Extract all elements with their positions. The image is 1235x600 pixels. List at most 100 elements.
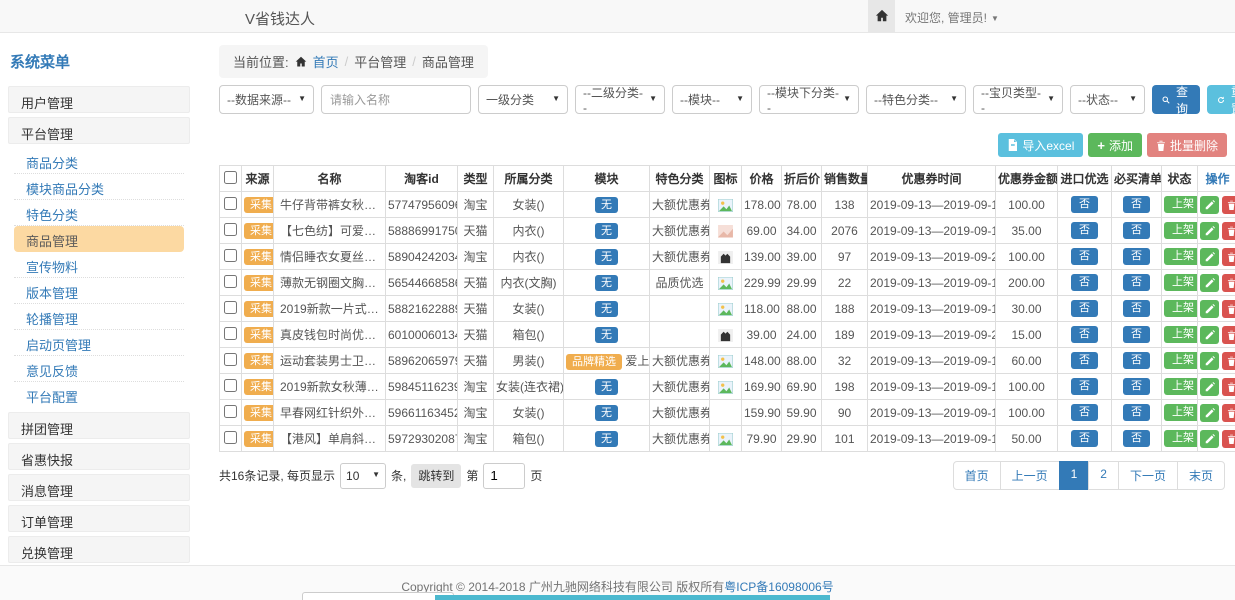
- delete-button[interactable]: [1222, 196, 1235, 214]
- edit-button[interactable]: [1200, 430, 1219, 448]
- row-checkbox[interactable]: [224, 379, 237, 392]
- import-excel-button[interactable]: 导入excel: [998, 133, 1083, 157]
- edit-button[interactable]: [1200, 352, 1219, 370]
- must-buy-toggle[interactable]: 否: [1123, 326, 1150, 343]
- jump-button[interactable]: 跳转到: [411, 464, 461, 488]
- delete-button[interactable]: [1222, 248, 1235, 266]
- sidebar-item-商品分类[interactable]: 商品分类: [14, 148, 184, 174]
- sidebar-section-消息管理[interactable]: 消息管理: [8, 474, 190, 501]
- status-toggle[interactable]: 上架: [1164, 378, 1198, 395]
- row-checkbox[interactable]: [224, 197, 237, 210]
- edit-button[interactable]: [1200, 300, 1219, 318]
- filter-select-状态[interactable]: --状态--▼: [1070, 85, 1145, 114]
- select-all-checkbox[interactable]: [224, 171, 237, 184]
- sidebar-item-平台配置[interactable]: 平台配置: [14, 382, 184, 408]
- filter-select-宝贝类型[interactable]: --宝贝类型--▼: [973, 85, 1063, 114]
- status-toggle[interactable]: 上架: [1164, 300, 1198, 317]
- sidebar-section-用户管理[interactable]: 用户管理: [8, 86, 190, 113]
- import-select-toggle[interactable]: 否: [1071, 248, 1098, 265]
- sidebar-section-拼团管理[interactable]: 拼团管理: [8, 412, 190, 439]
- edit-button[interactable]: [1200, 196, 1219, 214]
- breadcrumb-home-link[interactable]: 首页: [313, 52, 339, 71]
- filter-select-模块下分类[interactable]: --模块下分类--▼: [759, 85, 859, 114]
- must-buy-toggle[interactable]: 否: [1123, 222, 1150, 239]
- bottom-scrollbar[interactable]: [435, 595, 830, 600]
- delete-button[interactable]: [1222, 430, 1235, 448]
- filter-select-模块[interactable]: --模块--▼: [672, 85, 752, 114]
- import-select-toggle[interactable]: 否: [1071, 378, 1098, 395]
- sidebar-item-特色分类[interactable]: 特色分类: [14, 200, 184, 226]
- filter-select-一级分类[interactable]: 一级分类▼: [478, 85, 568, 114]
- reset-button[interactable]: 重置: [1207, 85, 1235, 114]
- status-toggle[interactable]: 上架: [1164, 326, 1198, 343]
- must-buy-toggle[interactable]: 否: [1123, 196, 1150, 213]
- name-search-input[interactable]: [321, 85, 471, 114]
- sidebar-item-宣传物料[interactable]: 宣传物料: [14, 252, 184, 278]
- delete-button[interactable]: [1222, 352, 1235, 370]
- import-select-toggle[interactable]: 否: [1071, 300, 1098, 317]
- row-checkbox[interactable]: [224, 431, 237, 444]
- import-select-toggle[interactable]: 否: [1071, 430, 1098, 447]
- must-buy-toggle[interactable]: 否: [1123, 248, 1150, 265]
- icp-link[interactable]: 粤ICP备16098006号: [724, 580, 833, 594]
- sidebar-item-模块商品分类[interactable]: 模块商品分类: [14, 174, 184, 200]
- delete-button[interactable]: [1222, 274, 1235, 292]
- row-checkbox[interactable]: [224, 405, 237, 418]
- search-button[interactable]: 查询: [1152, 85, 1200, 114]
- delete-button[interactable]: [1222, 222, 1235, 240]
- status-toggle[interactable]: 上架: [1164, 430, 1198, 447]
- edit-button[interactable]: [1200, 326, 1219, 344]
- edit-button[interactable]: [1200, 248, 1219, 266]
- status-toggle[interactable]: 上架: [1164, 222, 1198, 239]
- must-buy-toggle[interactable]: 否: [1123, 378, 1150, 395]
- must-buy-toggle[interactable]: 否: [1123, 430, 1150, 447]
- batch-delete-button[interactable]: 批量删除: [1147, 133, 1227, 157]
- import-select-toggle[interactable]: 否: [1071, 196, 1098, 213]
- status-toggle[interactable]: 上架: [1164, 196, 1198, 213]
- must-buy-toggle[interactable]: 否: [1123, 300, 1150, 317]
- status-toggle[interactable]: 上架: [1164, 404, 1198, 421]
- delete-button[interactable]: [1222, 300, 1235, 318]
- sidebar-section-订单管理[interactable]: 订单管理: [8, 505, 190, 532]
- page-link-1[interactable]: 1: [1059, 461, 1090, 490]
- sidebar-item-商品管理[interactable]: 商品管理: [14, 226, 184, 252]
- must-buy-toggle[interactable]: 否: [1123, 352, 1150, 369]
- sidebar-section-省惠快报[interactable]: 省惠快报: [8, 443, 190, 470]
- sidebar-section-兑换管理[interactable]: 兑换管理: [8, 536, 190, 563]
- page-number-input[interactable]: [483, 463, 525, 489]
- delete-button[interactable]: [1222, 378, 1235, 396]
- status-toggle[interactable]: 上架: [1164, 352, 1198, 369]
- user-menu[interactable]: 欢迎您, 管理员!▼: [905, 9, 999, 26]
- sidebar-item-轮播管理[interactable]: 轮播管理: [14, 304, 184, 330]
- delete-button[interactable]: [1222, 326, 1235, 344]
- page-link-上一页[interactable]: 上一页: [1000, 461, 1060, 490]
- row-checkbox[interactable]: [224, 275, 237, 288]
- import-select-toggle[interactable]: 否: [1071, 222, 1098, 239]
- sidebar-item-版本管理[interactable]: 版本管理: [14, 278, 184, 304]
- delete-button[interactable]: [1222, 404, 1235, 422]
- row-checkbox[interactable]: [224, 301, 237, 314]
- must-buy-toggle[interactable]: 否: [1123, 404, 1150, 421]
- filter-select-数据来源[interactable]: --数据来源--▼: [219, 85, 314, 114]
- edit-button[interactable]: [1200, 274, 1219, 292]
- row-checkbox[interactable]: [224, 249, 237, 262]
- page-link-2[interactable]: 2: [1088, 461, 1119, 490]
- import-select-toggle[interactable]: 否: [1071, 326, 1098, 343]
- must-buy-toggle[interactable]: 否: [1123, 274, 1150, 291]
- sidebar-section-平台管理[interactable]: 平台管理: [8, 117, 190, 144]
- status-toggle[interactable]: 上架: [1164, 248, 1198, 265]
- edit-button[interactable]: [1200, 378, 1219, 396]
- import-select-toggle[interactable]: 否: [1071, 404, 1098, 421]
- page-link-末页[interactable]: 末页: [1177, 461, 1225, 490]
- row-checkbox[interactable]: [224, 353, 237, 366]
- edit-button[interactable]: [1200, 222, 1219, 240]
- home-button[interactable]: [868, 0, 895, 32]
- sidebar-item-启动页管理[interactable]: 启动页管理: [14, 330, 184, 356]
- add-button[interactable]: + 添加: [1088, 133, 1142, 157]
- per-page-select[interactable]: 10▼: [340, 463, 386, 489]
- import-select-toggle[interactable]: 否: [1071, 352, 1098, 369]
- row-checkbox[interactable]: [224, 327, 237, 340]
- page-link-下一页[interactable]: 下一页: [1118, 461, 1178, 490]
- page-link-首页[interactable]: 首页: [953, 461, 1001, 490]
- filter-select-二级分类[interactable]: --二级分类--▼: [575, 85, 665, 114]
